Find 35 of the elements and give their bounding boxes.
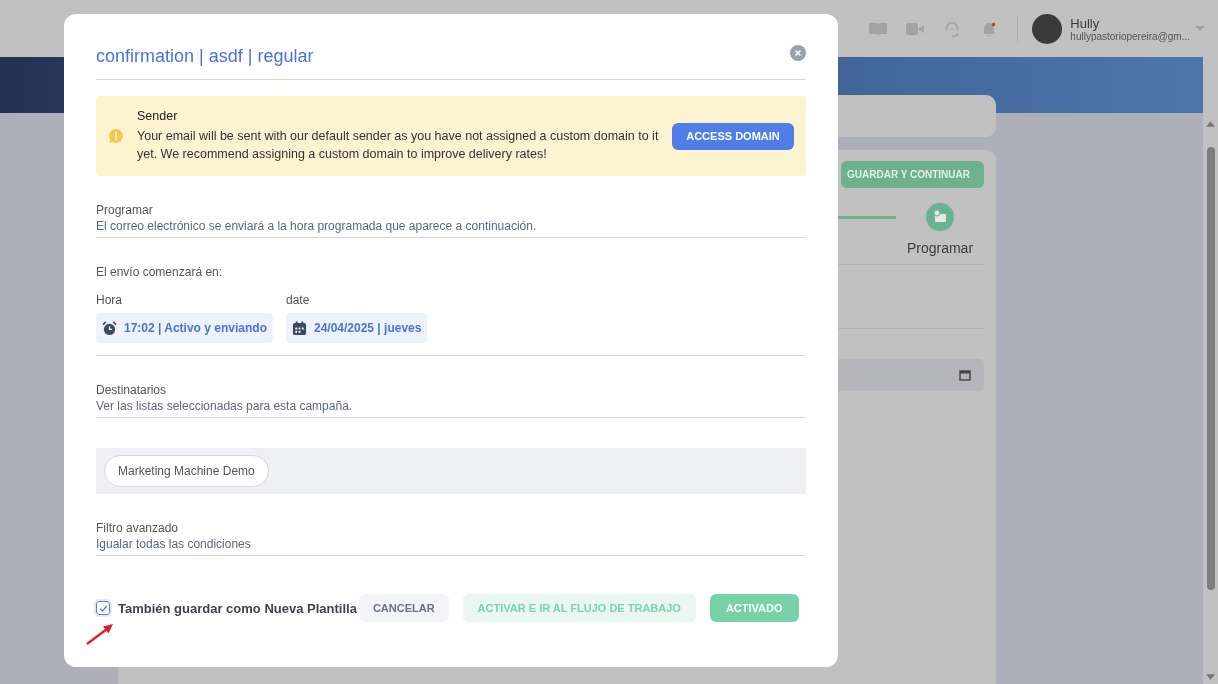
checkbox-label: También guardar como Nueva Plantilla <box>118 600 357 616</box>
alert-title: Sender <box>137 109 179 123</box>
annotation-arrow <box>85 621 115 646</box>
modal-title: confirmation | asdf | regular <box>96 45 314 67</box>
section-description: Igualar todas las condiciones <box>96 537 252 551</box>
alert-message: Your email will be sent with our default sender as you have not assigned a custom domain to it yet. We recommend assigning a custom domain to improve delivery rates! <box>137 128 660 163</box>
warning-icon <box>108 128 124 144</box>
action-button[interactable]: CANCELAR <box>358 594 449 622</box>
section-title: Programar <box>96 203 154 217</box>
access-domain-button[interactable]: ACCESS DOMAIN <box>672 122 794 150</box>
checkbox[interactable] <box>96 601 110 615</box>
field-label: Hora <box>96 293 123 307</box>
calendar-clock-icon <box>926 203 954 231</box>
list-tag: Marketing Machine Demo <box>104 455 269 487</box>
user-email: hullypastoriopereira@gm... <box>1070 30 1190 42</box>
calendar-icon[interactable] <box>959 369 971 381</box>
time-chip[interactable]: 17:02 | Activo y enviando <box>96 313 273 343</box>
step-label: Programar <box>906 240 974 256</box>
start-label: El envío comenzará en: <box>96 265 224 279</box>
scroll-down-icon[interactable] <box>1206 674 1215 680</box>
date-chip[interactable]: 24/04/2025 | jueves <box>285 313 428 343</box>
section-title: Filtro avanzado <box>96 521 180 535</box>
close-icon[interactable] <box>790 45 806 61</box>
user-name: Hully <box>1070 15 1101 31</box>
scroll-up-icon[interactable] <box>1206 121 1215 127</box>
scrollbar[interactable] <box>1203 57 1218 684</box>
alarm-clock-icon <box>102 320 117 336</box>
avatar[interactable] <box>1032 13 1063 44</box>
calendar-icon <box>291 320 307 336</box>
section-title: Destinatarios <box>96 383 168 397</box>
save-continue-button[interactable]: GUARDAR Y CONTINUAR <box>841 161 984 188</box>
field-label: date <box>285 293 311 307</box>
chevron-down-icon[interactable] <box>1194 24 1206 33</box>
section-description: Ver las listas seleccionadas para esta campaña. <box>96 399 354 413</box>
section-description: El correo electrónico se enviará a la hora programada que aparece a continuación. <box>96 219 538 233</box>
